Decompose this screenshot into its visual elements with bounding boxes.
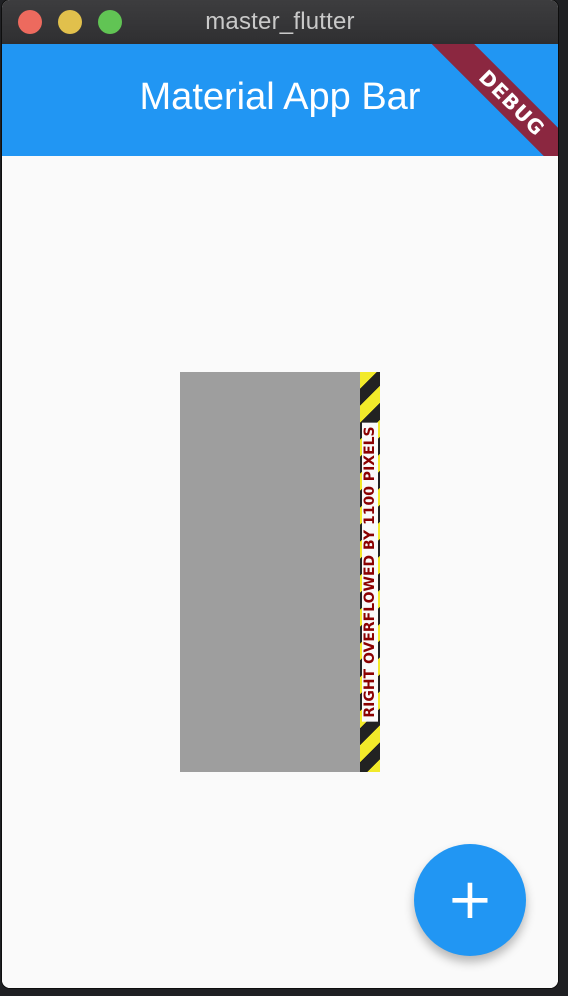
app-window: master_flutter Material App Bar DEBUG RI… — [2, 0, 558, 988]
material-app-bar: Material App Bar DEBUG — [2, 44, 558, 156]
window-title: master_flutter — [205, 8, 355, 35]
add-icon: + — [446, 867, 494, 932]
overflow-text-wrapper: RIGHT OVERFLOWED BY 1100 PIXELS — [360, 372, 380, 772]
overflow-warning-strip: RIGHT OVERFLOWED BY 1100 PIXELS — [360, 372, 380, 772]
floating-action-button[interactable]: + — [414, 844, 526, 956]
overflow-warning-text: RIGHT OVERFLOWED BY 1100 PIXELS — [362, 422, 378, 722]
window-titlebar: master_flutter — [2, 0, 558, 45]
grey-container — [180, 372, 360, 772]
content-area: RIGHT OVERFLOWED BY 1100 PIXELS + — [2, 156, 558, 988]
